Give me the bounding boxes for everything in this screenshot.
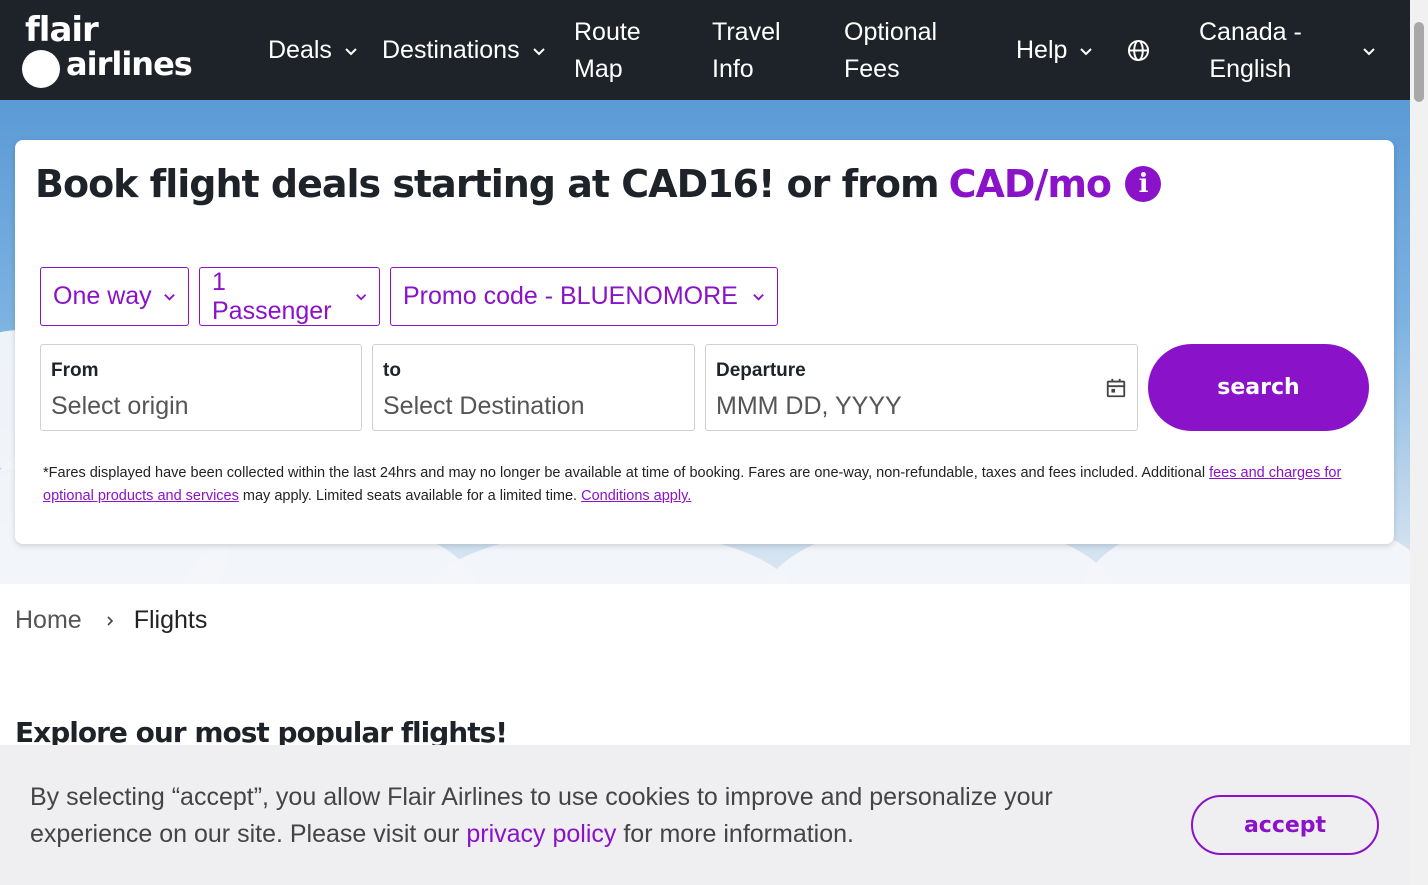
search-button[interactable]: search xyxy=(1148,344,1369,431)
privacy-policy-link[interactable]: privacy policy xyxy=(466,820,616,848)
nav-help-label: Help xyxy=(1016,36,1068,64)
language-selector[interactable]: Canada - English xyxy=(1199,14,1302,88)
calendar-icon[interactable] xyxy=(1105,377,1127,399)
breadcrumb-current: Flights xyxy=(133,606,208,634)
logo-dot-icon xyxy=(22,50,60,88)
nav-optional-fees-line1: Optional xyxy=(844,18,938,46)
nav-help[interactable]: Help xyxy=(1016,32,1093,69)
promo-code-value: Promo code - BLUENOMORE xyxy=(403,282,738,310)
nav-route-map[interactable]: Route Map xyxy=(574,14,641,88)
chevron-down-icon xyxy=(1080,47,1093,55)
cookie-banner: By selecting “accept”, you allow Flair A… xyxy=(0,745,1410,885)
chevron-down-icon[interactable] xyxy=(1362,44,1376,58)
cookie-text-2: for more information. xyxy=(616,820,854,848)
nav-destinations-label: Destinations xyxy=(382,36,520,64)
destination-field[interactable]: to Select Destination xyxy=(372,344,695,431)
destination-label: to xyxy=(383,360,401,381)
nav-route-map-line2: Map xyxy=(574,55,623,83)
nav-route-map-line1: Route xyxy=(574,18,641,46)
globe-icon[interactable] xyxy=(1127,39,1150,62)
nav-optional-fees[interactable]: Optional Fees xyxy=(844,14,937,88)
fare-disclaimer: *Fares displayed have been collected wit… xyxy=(43,462,1363,508)
chevron-down-icon xyxy=(355,294,366,301)
info-icon[interactable]: i xyxy=(1125,166,1162,202)
breadcrumb-home[interactable]: Home xyxy=(15,606,82,635)
page-title: Book flight deals starting at CAD16! or … xyxy=(35,162,1162,206)
nav-destinations[interactable]: Destinations xyxy=(382,32,546,69)
cookie-message: By selecting “accept”, you allow Flair A… xyxy=(30,779,1130,853)
chevron-down-icon xyxy=(753,293,764,301)
trip-type-dropdown[interactable]: One way xyxy=(40,267,189,326)
nav-travel-info-line2: Info xyxy=(712,55,754,83)
origin-placeholder: Select origin xyxy=(51,392,189,420)
disclaimer-text-2: may apply. Limited seats available for a… xyxy=(238,488,582,504)
nav-optional-fees-line2: Fees xyxy=(844,55,900,83)
nav-deals[interactable]: Deals xyxy=(268,32,358,69)
conditions-link[interactable]: Conditions apply. xyxy=(581,488,691,504)
origin-label: From xyxy=(51,360,99,381)
passenger-value: 1 Passenger xyxy=(212,267,332,325)
headline-main: Book flight deals starting at CAD16! or … xyxy=(35,162,940,206)
booking-card: Book flight deals starting at CAD16! or … xyxy=(15,140,1394,544)
chevron-right-icon xyxy=(107,615,113,626)
logo-text-bottom: airlines xyxy=(66,45,193,83)
destination-placeholder: Select Destination xyxy=(383,392,585,420)
page-scrollbar[interactable] xyxy=(1410,0,1428,885)
departure-date-field[interactable]: Departure MMM DD, YYYY xyxy=(705,344,1138,431)
nav-travel-info-line1: Travel xyxy=(712,18,781,46)
chevron-down-icon xyxy=(345,47,357,55)
disclaimer-text-1: *Fares displayed have been collected wit… xyxy=(43,465,1210,481)
language-line2: English xyxy=(1209,55,1292,83)
breadcrumb: Home Flights xyxy=(15,606,207,635)
departure-placeholder: MMM DD, YYYY xyxy=(716,392,902,420)
chevron-down-icon xyxy=(532,47,545,55)
scrollbar-thumb[interactable] xyxy=(1414,22,1424,102)
departure-label: Departure xyxy=(716,360,806,381)
origin-field[interactable]: From Select origin xyxy=(40,344,362,431)
headline-accent: CAD/mo xyxy=(948,162,1112,206)
accept-cookies-button[interactable]: accept xyxy=(1191,795,1379,855)
passenger-dropdown[interactable]: 1 Passenger xyxy=(199,267,380,326)
trip-type-value: One way xyxy=(53,282,152,310)
promo-code-dropdown[interactable]: Promo code - BLUENOMORE xyxy=(390,267,778,326)
flair-airlines-logo[interactable]: flair airlines xyxy=(20,12,200,88)
nav-deals-label: Deals xyxy=(268,36,332,64)
top-nav: flair airlines Deals Destinations Route … xyxy=(0,0,1410,100)
language-line1: Canada - xyxy=(1199,18,1302,46)
logo-text-top: flair xyxy=(25,10,99,50)
chevron-down-icon xyxy=(164,293,175,301)
nav-travel-info[interactable]: Travel Info xyxy=(712,14,781,88)
